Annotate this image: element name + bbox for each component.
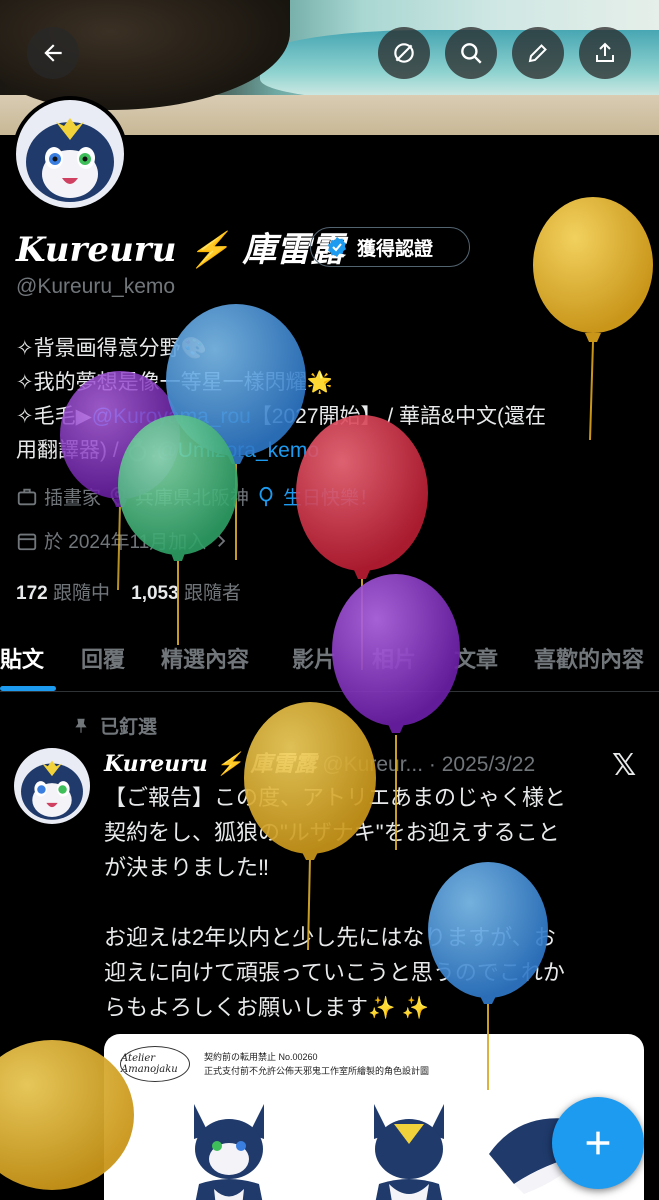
pinned-label: 已釘選 <box>100 717 158 738</box>
character-front-figure <box>194 1104 264 1200</box>
character-back-figure <box>374 1104 444 1200</box>
post-header: Kureuru ⚡ 庫雷露 @Kureur... · 2025/3/22 <box>104 746 535 778</box>
tab-videos[interactable]: 影片 <box>292 642 336 674</box>
following-count: 172 <box>16 583 48 604</box>
verified-badge-button[interactable]: 獲得認證 <box>310 227 470 267</box>
profile-meta-row: 插畫家 兵庫県北阪神 生日快樂！ <box>16 483 378 510</box>
post-text-line-1: 【ご報告】この度、アトリエあまのじゃく様と <box>104 785 567 810</box>
pinned-indicator: 已釘選 <box>72 712 157 739</box>
bio-mention-umizora[interactable]: @Umizora_kemo <box>156 439 319 462</box>
following-label: 跟隨中 <box>52 583 110 604</box>
eye-slash-icon <box>394 43 414 63</box>
post-author[interactable]: Kureuru ⚡ 庫雷露 <box>104 751 317 777</box>
profile-tabs: 貼文 回覆 精選內容 影片 相片 文章 喜歡的內容 <box>0 634 659 692</box>
tab-posts[interactable]: 貼文 <box>0 642 44 674</box>
compose-button[interactable] <box>552 1097 644 1189</box>
sheet-logo: Atelier Amanojaku <box>120 1046 190 1082</box>
location-icon <box>110 486 126 507</box>
sheet-subtitle: 正式支付前不允許公佈天邪鬼工作室所繪製的角色設計圖 <box>204 1066 430 1076</box>
profile-stats: 172 跟隨中 1,053 跟隨者 <box>16 578 241 605</box>
followers-link[interactable]: 1,053 跟隨者 <box>131 583 241 604</box>
bio-line-1: ✧背景画得意分野🎨 <box>16 337 207 360</box>
profile-handle: @Kureuru_kemo <box>16 275 176 298</box>
bio-line-3-prefix: ✧毛毛▶ <box>16 405 92 428</box>
following-link[interactable]: 172 跟隨中 <box>16 583 110 604</box>
profile-job: 插畫家 <box>44 488 102 509</box>
tab-articles[interactable]: 文章 <box>454 642 498 674</box>
bio-line-2: ✧我的夢想是像一等星一樣閃耀🌟 <box>16 371 333 394</box>
active-tab-indicator <box>0 686 56 691</box>
edit-button[interactable] <box>512 27 564 79</box>
profile-avatar[interactable] <box>12 96 128 212</box>
bio-line-4: 用翻譯器) / 💍:@Umizora_kemo <box>16 434 646 468</box>
pin-icon <box>75 718 87 733</box>
sheet-title: 契約前の転用禁止 No.00260 <box>204 1052 318 1062</box>
balloon-icon <box>259 486 273 506</box>
tab-likes[interactable]: 喜歡的內容 <box>534 642 644 674</box>
arrow-left-icon <box>44 44 62 62</box>
post-text-line-5: 迎えに向けて頑張っていこうと思うのでこれか <box>104 960 565 985</box>
followers-label: 跟隨者 <box>183 583 241 604</box>
profile-joined: 於 2024年11月加入 <box>44 532 207 553</box>
followers-count: 1,053 <box>131 583 179 604</box>
tab-highlights[interactable]: 精選內容 <box>161 642 249 674</box>
chevron-right-icon[interactable] <box>212 532 230 550</box>
share-button[interactable] <box>579 27 631 79</box>
plus-icon <box>586 1131 610 1155</box>
tab-photos[interactable]: 相片 <box>372 642 416 674</box>
briefcase-icon <box>17 488 37 505</box>
share-icon <box>596 42 614 62</box>
post-text-spacer <box>104 885 644 920</box>
mute-button[interactable] <box>378 27 430 79</box>
pencil-icon <box>528 44 547 63</box>
bio-line-4-prefix: 用翻譯器) / 💍: <box>16 439 157 462</box>
x-logo-icon: 𝕏 <box>612 748 637 783</box>
avatar-illustration <box>26 118 114 202</box>
profile-location: 兵庫県北阪神 <box>135 488 250 509</box>
back-button[interactable] <box>27 27 79 79</box>
bio-line-3: ✧毛毛▶@Kuroyama_rou【2027開始】 / 華語&中文(還在 <box>16 400 646 434</box>
post-date[interactable]: · 2025/3/22 <box>429 753 535 776</box>
post-avatar-illustration <box>21 760 83 820</box>
tab-replies[interactable]: 回覆 <box>81 642 125 674</box>
post-text-line-2: 契約をし、狐狼の"ルザナキ"をお迎えすること <box>104 820 560 845</box>
profile-bio: ✧背景画得意分野🎨 ✧我的夢想是像一等星一樣閃耀🌟 ✧毛毛▶@Kuroyama_… <box>16 332 646 468</box>
search-button[interactable] <box>445 27 497 79</box>
profile-birthday[interactable]: 生日快樂！ <box>283 483 378 510</box>
verified-label: 獲得認證 <box>357 238 434 260</box>
post-avatar[interactable] <box>14 748 90 824</box>
post-handle[interactable]: @Kureur... <box>322 753 423 776</box>
post-text[interactable]: 【ご報告】この度、アトリエあまのじゃく様と 契約をし、狐狼の"ルザナキ"をお迎え… <box>104 780 644 1025</box>
verified-icon <box>328 237 346 257</box>
bio-line-3-mid: 【2027開始】 / 華語&中文(還在 <box>250 405 547 428</box>
profile-joined-row: 於 2024年11月加入 <box>16 527 230 554</box>
display-name: Kureuru ⚡ 庫雷露 <box>16 230 345 270</box>
post-text-line-3: が決まりました‼︎ <box>104 855 270 880</box>
search-icon <box>461 43 482 64</box>
post-text-line-6: らもよろしくお願いします✨ ✨ <box>104 995 429 1020</box>
calendar-icon <box>17 533 37 550</box>
bio-mention-kuroyama[interactable]: @Kuroyama_rou <box>92 405 251 428</box>
post-text-line-4: お迎えは2年以内と少し先にはなりますが、お <box>104 925 556 950</box>
